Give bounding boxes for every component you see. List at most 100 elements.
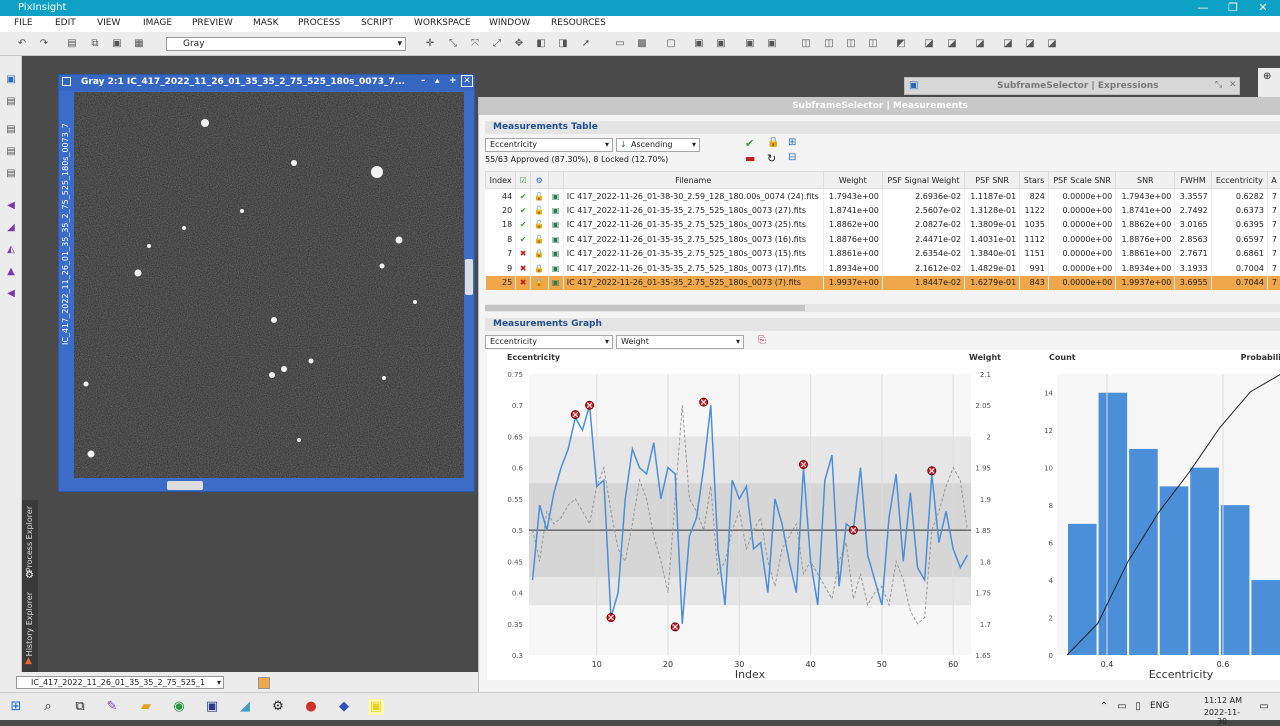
maximize-button[interactable]: + (449, 76, 457, 86)
identifier-icon[interactable]: ▤ (66, 38, 78, 50)
export-icon[interactable]: ⊟ (788, 152, 796, 163)
col-index[interactable]: Index (486, 172, 516, 189)
menu-script[interactable]: SCRIPT (361, 18, 393, 28)
table-scrollbar[interactable] (485, 304, 1280, 312)
zoom-fit-icon[interactable]: ✛ (424, 38, 436, 50)
chevron-up-icon[interactable]: ⌃ (1096, 699, 1112, 715)
row-lock-icon[interactable]: 🔓 (530, 203, 548, 218)
col-approved[interactable]: ☑ (516, 172, 531, 189)
pointer-icon[interactable]: ➚ (580, 38, 592, 50)
history-icon[interactable]: ▤ (5, 124, 17, 136)
pixinsight-icon[interactable]: ◆ (336, 699, 352, 715)
battery-icon[interactable]: ▯ (1130, 699, 1146, 715)
screen-photo-icon[interactable]: ▩ (636, 38, 648, 50)
graph-primary-select[interactable]: Eccentricity (485, 335, 613, 349)
table-scrollbar-thumb[interactable] (485, 305, 805, 311)
app2-icon[interactable]: ◢ (237, 699, 253, 715)
col-weight[interactable]: Weight (823, 172, 882, 189)
pin-icon[interactable]: ⤡ (1215, 80, 1222, 90)
row-lock-icon[interactable]: 🔓 (530, 218, 548, 233)
maximize-button[interactable]: ❐ (1218, 1, 1248, 14)
table-row[interactable]: 25✖🔒▣IC 417_2022-11-26_01-35-35_2.75_525… (486, 276, 1280, 291)
shade-button[interactable]: – (421, 76, 426, 86)
col-filename[interactable]: Filename (563, 172, 823, 189)
close-icon[interactable]: ✕ (461, 75, 473, 87)
preview-icon[interactable]: ◨ (557, 38, 569, 50)
col-snr[interactable]: SNR (1116, 172, 1175, 189)
image-window[interactable]: Gray 2:1 IC_417_2022_11_26_01_35_35_2_75… (58, 74, 475, 492)
window-green-icon[interactable]: ▣ (744, 38, 756, 50)
close-button[interactable]: ✕ (1248, 1, 1278, 14)
menu-file[interactable]: FILE (14, 18, 33, 28)
process4-icon[interactable]: ▲ (5, 266, 17, 278)
col-a[interactable]: A (1267, 172, 1280, 189)
menu-workspace[interactable]: WORKSPACE (414, 18, 471, 28)
table-row[interactable]: 44✔🔓▣IC 417_2022-11-26_01-38-30_2.59_128… (486, 189, 1280, 204)
task-view-icon[interactable]: ⧉ (72, 699, 88, 715)
script-icon[interactable]: ▤ (5, 168, 17, 180)
view-icon[interactable]: ▤ (5, 146, 17, 158)
app4-icon[interactable]: ▣ (368, 699, 384, 715)
stf7-icon[interactable]: ◪ (1046, 38, 1058, 50)
window-icon[interactable]: ▢ (665, 38, 677, 50)
stf4-icon[interactable]: ◪ (974, 38, 986, 50)
app3-icon[interactable]: ● (303, 699, 319, 715)
tab-history-explorer[interactable]: History Explorer (25, 592, 34, 656)
network-icon[interactable]: ▭ (1114, 699, 1130, 715)
menu-window[interactable]: WINDOW (489, 18, 530, 28)
window-green2-icon[interactable]: ▣ (766, 38, 778, 50)
export-pdf-icon[interactable]: ⎘ (758, 335, 766, 346)
image-window-header[interactable]: Gray 2:1 IC_417_2022_11_26_01_35_35_2_75… (59, 75, 474, 91)
hist-bar[interactable] (1068, 524, 1097, 655)
menu-mask[interactable]: MASK (253, 18, 279, 28)
measurements-graph[interactable]: 1020304050600.30.350.40.450.50.550.60.65… (487, 350, 1280, 680)
window-red2-icon[interactable]: ▣ (715, 38, 727, 50)
undo-icon[interactable]: ↶ (16, 38, 28, 50)
menu-resources[interactable]: RESOURCES (551, 18, 606, 28)
process3-icon[interactable]: ◭ (5, 244, 17, 256)
table-row[interactable]: 8✔🔓▣IC 417_2022-11-26_01-35-35_2.75_525_… (486, 232, 1280, 247)
row-lock-icon[interactable]: 🔒 (530, 247, 548, 262)
table-section-header[interactable]: Measurements Table (485, 121, 1280, 134)
graph-section-header[interactable]: Measurements Graph (485, 318, 1280, 331)
iconize-button[interactable]: ▴ (435, 76, 440, 86)
sort-property-select[interactable]: Eccentricity (485, 138, 613, 152)
col-psf-snr[interactable]: PSF SNR (965, 172, 1020, 189)
pan-icon[interactable]: ✥ (513, 38, 525, 50)
explorer-icon[interactable]: ▣ (5, 74, 17, 86)
table-row[interactable]: 7✖🔒▣IC 417_2022-11-26_01-35-35_2.75_525_… (486, 247, 1280, 262)
menu-view[interactable]: VIEW (97, 18, 120, 28)
histogram-chart[interactable]: 024681012140.40.6CountProbabiliEccentric… (1044, 353, 1280, 680)
row-approved-icon[interactable]: ✔ (516, 218, 531, 233)
hist-bar[interactable] (1190, 468, 1219, 655)
row-approved-icon[interactable]: ✔ (516, 232, 531, 247)
measurements-header[interactable]: SubframeSelector | Measurements (479, 97, 1280, 115)
mask-color-swatch[interactable] (258, 677, 270, 689)
row-lock-icon[interactable]: 🔒 (530, 261, 548, 276)
view-selector[interactable]: Gray ▾ (166, 37, 406, 51)
redo-icon[interactable]: ↷ (38, 38, 50, 50)
close-icon[interactable]: ✕ (1229, 80, 1237, 90)
col-psf-scale-snr[interactable]: PSF Scale SNR (1048, 172, 1115, 189)
row-approved-icon[interactable]: ✖ (516, 276, 531, 291)
stf5-icon[interactable]: ◪ (1002, 38, 1014, 50)
table-row[interactable]: 20✔🔓▣IC 417_2022-11-26_01-35-35_2.75_525… (486, 203, 1280, 218)
pen-icon[interactable]: ✎ (104, 699, 120, 715)
window-red-icon[interactable]: ▣ (693, 38, 705, 50)
col-eccentricity[interactable]: Eccentricity (1211, 172, 1267, 189)
measurements-window[interactable]: SubframeSelector | Measurements Measurem… (478, 97, 1280, 692)
col-locked[interactable]: ⚙ (530, 172, 548, 189)
row-lock-icon[interactable]: 🔓 (530, 189, 548, 204)
start-icon[interactable]: ⊞ (8, 699, 24, 715)
language-indicator[interactable]: ENG (1150, 701, 1169, 711)
clock-date[interactable]: 2022-11-30 (1200, 708, 1244, 726)
row-approved-icon[interactable]: ✖ (516, 261, 531, 276)
swap-icon[interactable]: ▦ (133, 38, 145, 50)
zoom-in-icon[interactable]: ⊕ (1263, 71, 1271, 82)
graph-secondary-select[interactable]: Weight (616, 335, 744, 349)
table-row[interactable]: 9✖🔒▣IC 417_2022-11-26_01-35-35_2.75_525_… (486, 261, 1280, 276)
menu-preview[interactable]: PREVIEW (192, 18, 233, 28)
settings-icon[interactable]: ⚙ (270, 699, 286, 715)
stf2-icon[interactable]: ◪ (923, 38, 935, 50)
vertical-scrollbar[interactable] (465, 259, 473, 295)
